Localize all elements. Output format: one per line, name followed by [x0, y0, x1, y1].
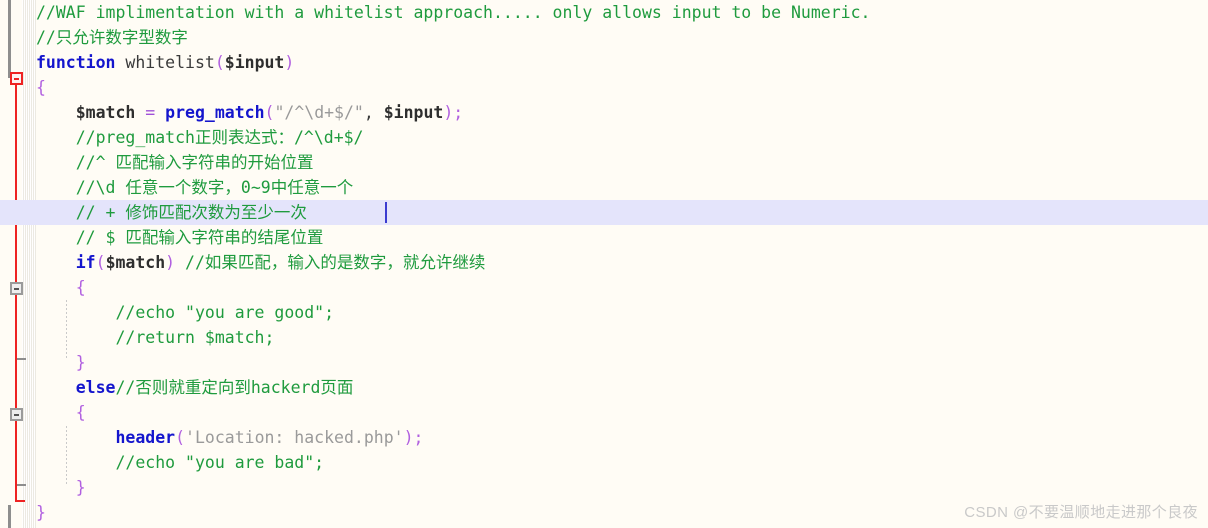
code-token: = [145, 103, 156, 122]
code-token: ) [165, 253, 176, 272]
code-token: $match [105, 253, 166, 272]
code-line[interactable]: function whitelist($input) [0, 50, 1208, 75]
code-line-text: } [36, 350, 86, 375]
code-token: } [75, 478, 86, 497]
code-token: whitelist [115, 53, 215, 72]
code-line-text: header('Location: hacked.php'); [36, 425, 423, 450]
code-line-text: // $ 匹配输入字符串的结尾位置 [36, 225, 324, 250]
code-line[interactable]: //echo "you are good"; [0, 300, 1208, 325]
code-token: { [75, 278, 86, 297]
code-line-text: //return $match; [36, 325, 274, 350]
code-token: "/^\d+$/" [274, 103, 364, 122]
code-line-text: { [36, 400, 86, 425]
code-line[interactable]: // $ 匹配输入字符串的结尾位置 [0, 225, 1208, 250]
code-line-text: //WAF implimentation with a whitelist ap… [36, 0, 870, 25]
code-token: $input [224, 53, 285, 72]
code-token: ( [214, 53, 225, 72]
code-token: //如果匹配，输入的是数字，就允许继续 [185, 253, 486, 272]
code-token: $input [383, 103, 444, 122]
code-line[interactable]: { [0, 275, 1208, 300]
code-token: ); [443, 103, 464, 122]
code-token: 'Location: hacked.php' [185, 428, 404, 447]
code-content[interactable]: //WAF implimentation with a whitelist ap… [0, 0, 1208, 528]
code-line-text: //echo "you are bad"; [36, 450, 324, 475]
code-line[interactable]: { [0, 400, 1208, 425]
code-token: //WAF implimentation with a whitelist ap… [36, 3, 871, 22]
code-token: //echo "you are good"; [115, 303, 335, 322]
code-line-text: //echo "you are good"; [36, 300, 334, 325]
code-token: ( [264, 103, 275, 122]
code-line-text: // + 修饰匹配次数为至少一次 [36, 200, 307, 225]
code-token: ); [403, 428, 424, 447]
code-line[interactable]: //echo "you are bad"; [0, 450, 1208, 475]
code-line[interactable]: else//否则就重定向到hackerd页面 [0, 375, 1208, 400]
text-caret [385, 202, 387, 223]
code-token: //^ 匹配输入字符串的开始位置 [75, 153, 314, 172]
code-line-text: { [36, 275, 86, 300]
code-line-text: } [36, 500, 46, 525]
code-line[interactable]: // + 修饰匹配次数为至少一次 [0, 200, 1208, 225]
code-line[interactable]: //preg_match正则表达式：/^\d+$/ [0, 125, 1208, 150]
code-line[interactable]: //^ 匹配输入字符串的开始位置 [0, 150, 1208, 175]
code-token: header [115, 428, 176, 447]
code-line-text: if($match) //如果匹配，输入的是数字，就允许继续 [36, 250, 486, 275]
code-token: //\d 任意一个数字，0~9中任意一个 [75, 178, 354, 197]
code-line[interactable]: } [0, 350, 1208, 375]
code-token: if [75, 253, 96, 272]
code-token: ) [284, 53, 295, 72]
csdn-watermark: CSDN @不要温顺地走进那个良夜 [964, 504, 1198, 521]
code-token: } [75, 353, 86, 372]
code-line[interactable]: $match = preg_match("/^\d+$/", $input); [0, 100, 1208, 125]
code-token: , [363, 103, 384, 122]
code-token: //echo "you are bad"; [115, 453, 325, 472]
code-token: { [75, 403, 86, 422]
code-line-text: //preg_match正则表达式：/^\d+$/ [36, 125, 364, 150]
code-line[interactable]: //\d 任意一个数字，0~9中任意一个 [0, 175, 1208, 200]
code-line[interactable]: if($match) //如果匹配，输入的是数字，就允许继续 [0, 250, 1208, 275]
code-line-text: function whitelist($input) [36, 50, 294, 75]
code-line-text: //\d 任意一个数字，0~9中任意一个 [36, 175, 353, 200]
code-line[interactable]: } [0, 475, 1208, 500]
code-line-text: { [36, 75, 46, 100]
code-token: else [75, 378, 116, 397]
code-line-text: //^ 匹配输入字符串的开始位置 [36, 150, 314, 175]
code-line-text: $match = preg_match("/^\d+$/", $input); [36, 100, 463, 125]
code-line-text: } [36, 475, 86, 500]
code-token: ( [175, 428, 186, 447]
code-line-text: else//否则就重定向到hackerd页面 [36, 375, 354, 400]
code-token: { [36, 78, 46, 97]
code-token: function [36, 53, 116, 72]
code-line-text: //只允许数字型数字 [36, 25, 188, 50]
code-token: //return $match; [115, 328, 275, 347]
code-token: // $ 匹配输入字符串的结尾位置 [75, 228, 324, 247]
code-token: //preg_match正则表达式：/^\d+$/ [75, 128, 364, 147]
code-token: } [36, 503, 46, 522]
code-token: //否则就重定向到hackerd页面 [115, 378, 354, 397]
code-token: $match [75, 103, 136, 122]
code-token: //只允许数字型数字 [36, 28, 188, 47]
code-line[interactable]: //只允许数字型数字 [0, 25, 1208, 50]
code-line[interactable]: header('Location: hacked.php'); [0, 425, 1208, 450]
code-token: preg_match [165, 103, 265, 122]
code-line[interactable]: { [0, 75, 1208, 100]
code-line[interactable]: //return $match; [0, 325, 1208, 350]
code-line[interactable]: //WAF implimentation with a whitelist ap… [0, 0, 1208, 25]
code-editor[interactable]: //WAF implimentation with a whitelist ap… [0, 0, 1208, 528]
code-token: ( [95, 253, 106, 272]
code-token: // + 修饰匹配次数为至少一次 [75, 203, 307, 222]
